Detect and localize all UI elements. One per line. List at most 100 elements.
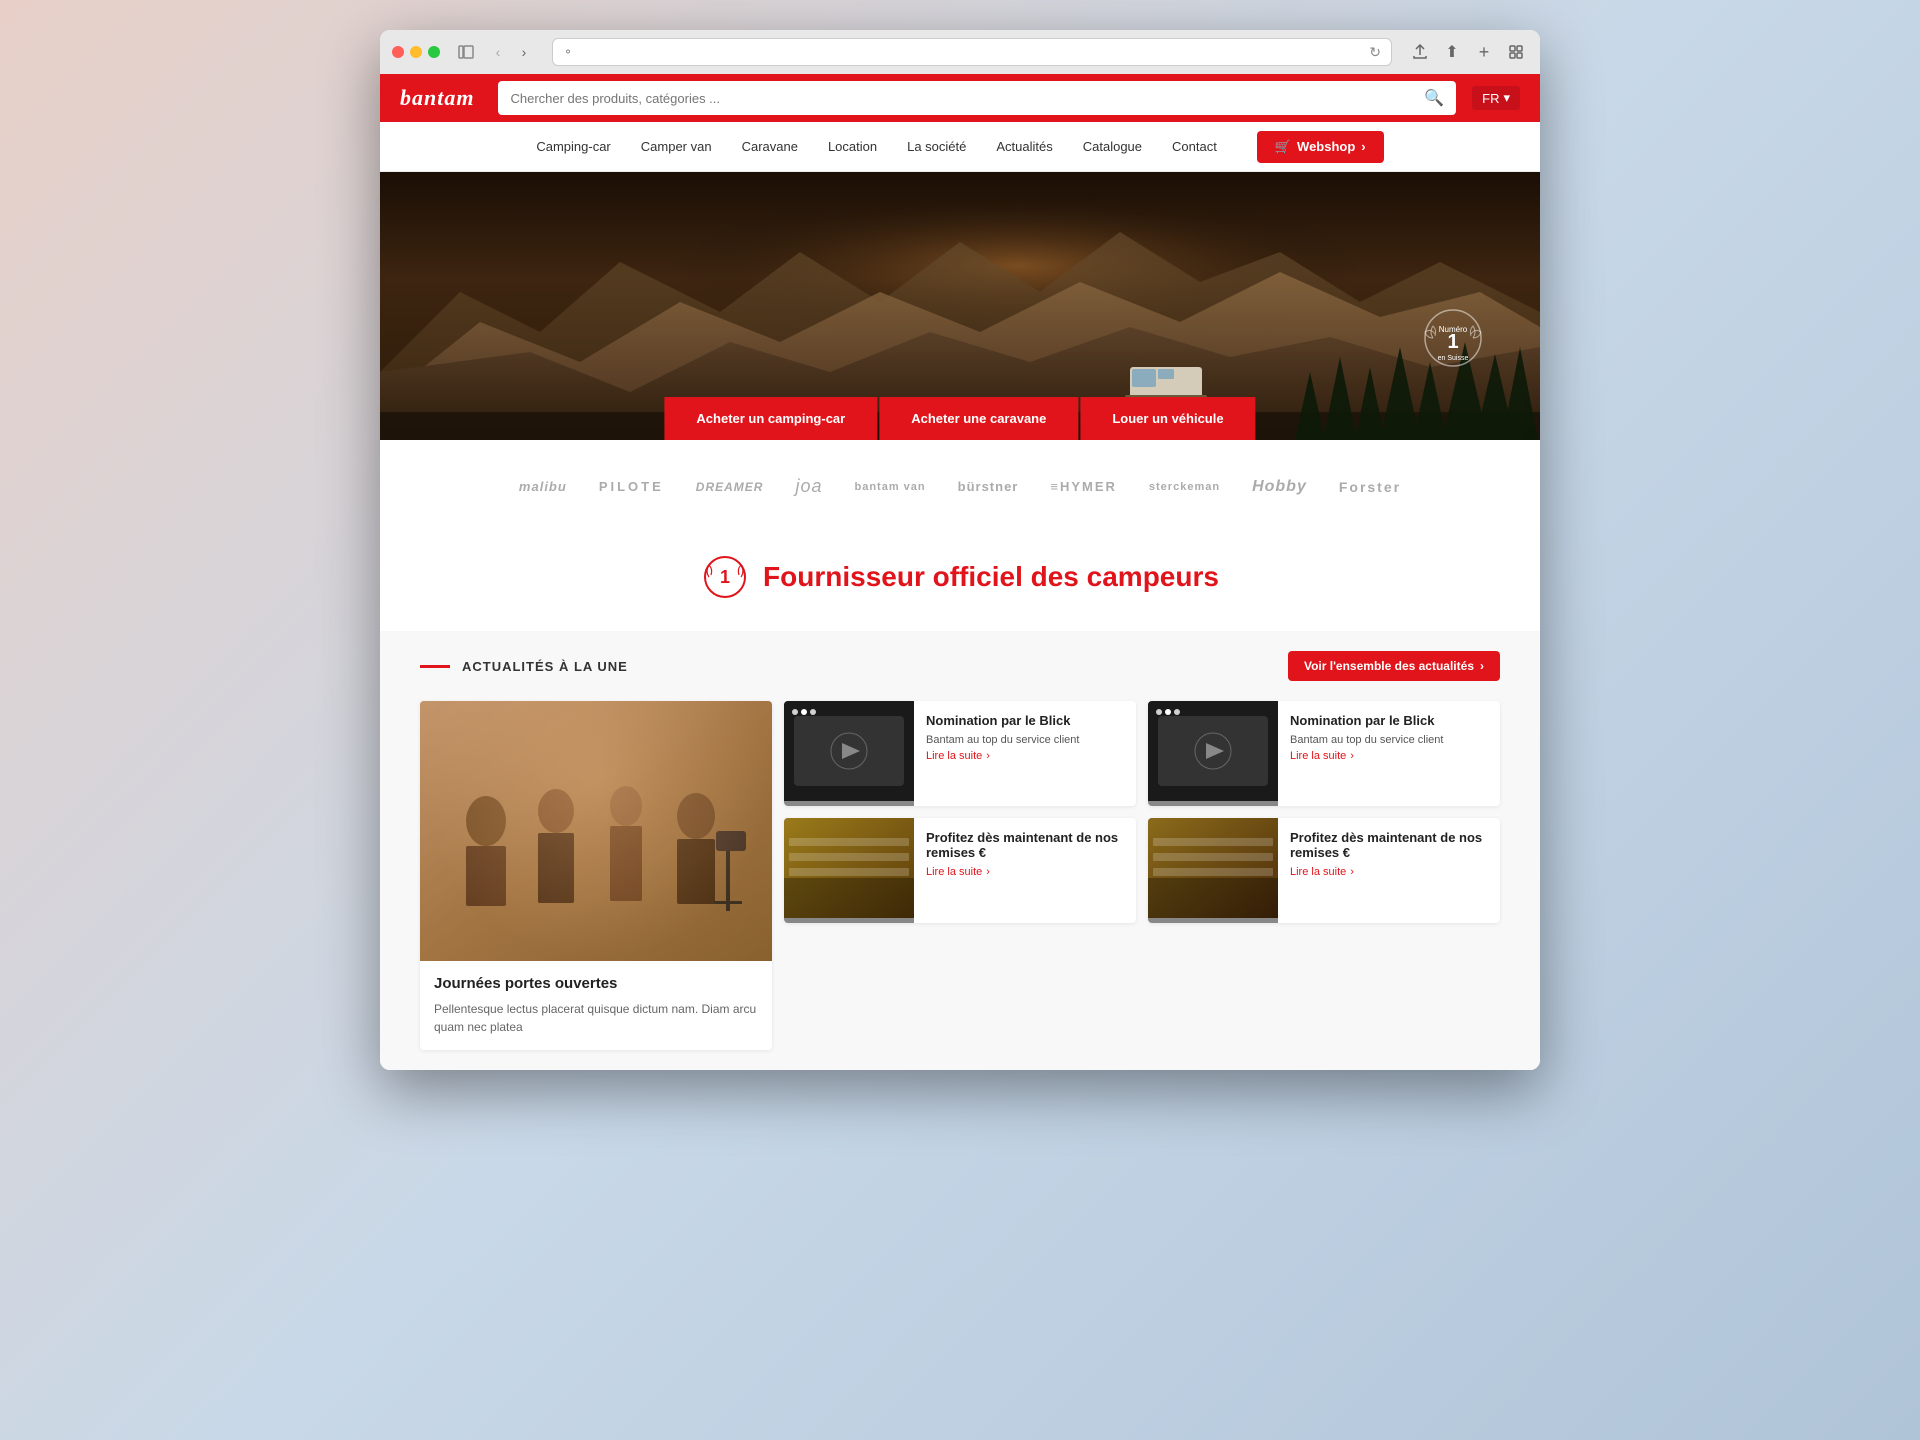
brand-sterckeman[interactable]: sterckeman [1149,481,1220,493]
nav-caravane[interactable]: Caravane [742,139,798,154]
brand-forster[interactable]: Forster [1339,479,1401,495]
nav-contact[interactable]: Contact [1172,139,1217,154]
search-bar[interactable]: 🔍 [498,81,1456,115]
news-card-4-body: Profitez dès maintenant de nos remises €… [1278,818,1500,923]
news-card-3-image [784,818,914,923]
nav-la-societe[interactable]: La société [907,139,966,154]
topbar: bantam 🔍 FR ▾ [380,74,1540,122]
see-all-news-button[interactable]: Voir l'ensemble des actualités › [1288,651,1500,681]
card-3-illustration [784,818,914,918]
nav-camping-car[interactable]: Camping-car [536,139,610,154]
people-illustration [420,701,772,961]
cart-icon: 🛒 [1275,139,1291,155]
brand-joa[interactable]: joa [795,476,822,497]
news-card-1-read-more[interactable]: Lire la suite › [926,750,1124,762]
news-line-decoration [420,665,450,668]
news-card-2-body: Nomination par le Blick Bantam au top du… [1278,701,1500,806]
news-card-2[interactable]: Nomination par le Blick Bantam au top du… [1148,701,1500,806]
nav-camper-van[interactable]: Camper van [641,139,712,154]
dot-1 [1156,709,1162,715]
supplier-title: Fournisseur officiel des campeurs [763,561,1219,593]
news-card-4[interactable]: Profitez dès maintenant de nos remises €… [1148,818,1500,923]
svg-text:1: 1 [1447,331,1458,353]
news-section: ACTUALITÉS À LA UNE Voir l'ensemble des … [380,631,1540,1070]
privacy-icon: ⚬ [563,45,573,59]
news-card-4-read-more[interactable]: Lire la suite › [1290,866,1488,878]
search-input[interactable] [510,91,1416,106]
news-card-large-title: Journées portes ouvertes [434,975,758,992]
brand-malibu[interactable]: malibu [519,479,567,494]
news-card-1-title: Nomination par le Blick [926,713,1124,728]
buy-camping-car-btn[interactable]: Acheter un camping-car [664,397,877,440]
site-content: bantam 🔍 FR ▾ Camping-car Camper van Car… [380,74,1540,1070]
language-button[interactable]: FR ▾ [1472,86,1520,110]
news-card-1-image [784,701,914,806]
address-bar[interactable]: ⚬ ↻ [552,38,1392,66]
dot-1 [792,709,798,715]
news-card-2-image [1148,701,1278,806]
nav-actualites[interactable]: Actualités [996,139,1052,154]
video-indicator-2 [1156,709,1180,715]
news-column-2: Nomination par le Blick Bantam au top du… [784,701,1136,923]
brands-section: malibu PILOTE DREAMER joa bantam van bür… [380,440,1540,533]
brand-dreamer[interactable]: DREAMER [696,480,764,494]
windows-icon[interactable] [1504,40,1528,64]
video-indicator [792,709,816,715]
dot-3 [810,709,816,715]
upload-icon[interactable]: ⬆ [1440,40,1464,64]
dot-yellow[interactable] [410,46,422,58]
browser-actions: ⬆ + [1408,40,1528,64]
nav-buttons: ‹ › [486,40,536,64]
hero-ctas: Acheter un camping-car Acheter une carav… [664,397,1255,440]
news-card-large[interactable]: Journées portes ouvertes Pellentesque le… [420,701,772,1050]
hero-badge: Numéro 1 en Suisse [1421,306,1485,370]
navbar: Camping-car Camper van Caravane Location… [380,122,1540,172]
brand-hobby[interactable]: Hobby [1252,478,1307,496]
forward-button[interactable]: › [512,40,536,64]
browser-dots [392,46,440,58]
supplier-header: 1 Fournisseur officiel des campeurs [420,553,1500,601]
brand-bantam-van[interactable]: bantam van [854,481,925,493]
svg-text:en Suisse: en Suisse [1438,355,1469,362]
dot-2 [801,709,807,715]
site-logo[interactable]: bantam [400,85,474,111]
brand-pilote[interactable]: PILOTE [599,479,664,494]
dot-green[interactable] [428,46,440,58]
brand-hymer[interactable]: ≡HYMER [1050,479,1117,494]
hero-banner: Numéro 1 en Suisse Acheter un camping-ca… [380,172,1540,440]
news-column-3: Nomination par le Blick Bantam au top du… [1148,701,1500,923]
news-card-large-text: Pellentesque lectus placerat quisque dic… [434,1000,758,1036]
news-card-4-image [1148,818,1278,923]
dot-3 [1174,709,1180,715]
nav-catalogue[interactable]: Catalogue [1083,139,1142,154]
news-card-2-read-more[interactable]: Lire la suite › [1290,750,1488,762]
buy-caravane-btn[interactable]: Acheter une caravane [879,397,1078,440]
rent-vehicle-btn[interactable]: Louer un véhicule [1080,397,1255,440]
brand-burstner[interactable]: bürstner [958,479,1019,494]
news-grid: Journées portes ouvertes Pellentesque le… [420,701,1500,1050]
supplier-section: 1 Fournisseur officiel des campeurs [380,533,1540,631]
card-4-illustration [1148,818,1278,918]
browser-toolbar: ‹ › ⚬ ↻ ⬆ + [380,30,1540,74]
supplier-badge-icon: 1 [701,553,749,601]
search-icon[interactable]: 🔍 [1424,88,1444,108]
add-tab-icon[interactable]: + [1472,40,1496,64]
svg-text:1: 1 [720,567,730,587]
dot-red[interactable] [392,46,404,58]
card-1-illustration [784,701,914,801]
news-card-1[interactable]: Nomination par le Blick Bantam au top du… [784,701,1136,806]
news-card-4-title: Profitez dès maintenant de nos remises € [1290,830,1488,860]
nav-location[interactable]: Location [828,139,877,154]
back-button[interactable]: ‹ [486,40,510,64]
news-card-3[interactable]: Profitez dès maintenant de nos remises €… [784,818,1136,923]
news-title-group: ACTUALITÉS À LA UNE [420,659,628,674]
browser-window: ‹ › ⚬ ↻ ⬆ + bantam 🔍 [380,30,1540,1070]
webshop-button[interactable]: 🛒 Webshop › [1257,131,1384,163]
sidebar-icon[interactable] [454,40,478,64]
reload-icon[interactable]: ↻ [1369,44,1381,61]
news-card-3-title: Profitez dès maintenant de nos remises € [926,830,1124,860]
share-icon[interactable] [1408,40,1432,64]
news-card-3-read-more[interactable]: Lire la suite › [926,866,1124,878]
news-header: ACTUALITÉS À LA UNE Voir l'ensemble des … [420,651,1500,681]
news-card-1-subtitle: Bantam au top du service client [926,734,1124,746]
